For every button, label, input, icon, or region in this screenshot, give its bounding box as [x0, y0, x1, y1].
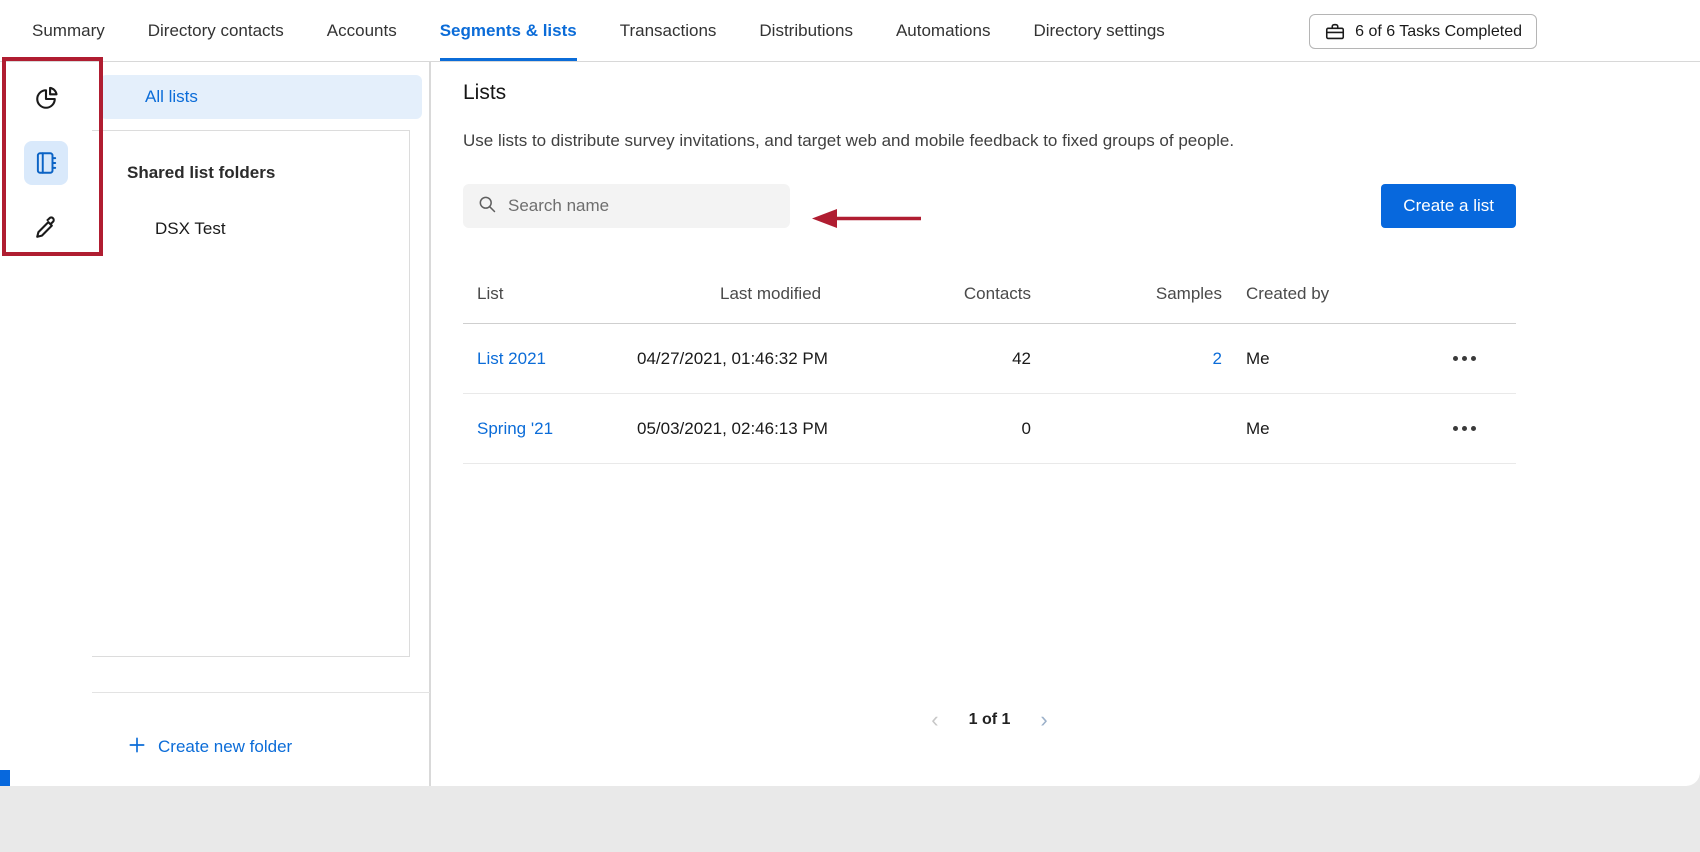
tab-automations[interactable]: Automations [896, 0, 991, 61]
list-name-link[interactable]: Spring '21 [477, 419, 553, 438]
column-header-last-modified: Last modified [623, 284, 880, 304]
contacts-cell: 42 [880, 349, 1041, 369]
tab-directory-contacts[interactable]: Directory contacts [148, 0, 284, 61]
row-actions-button[interactable] [1453, 352, 1476, 365]
search-input[interactable] [508, 196, 758, 216]
corner-accent [0, 770, 10, 786]
pagination-next-icon[interactable]: › [1040, 710, 1047, 730]
lists-table: List Last modified Contacts Samples Crea… [463, 264, 1516, 464]
tasks-completed-label: 6 of 6 Tasks Completed [1355, 23, 1522, 41]
created-by-cell: Me [1222, 419, 1390, 439]
samples-link[interactable]: 2 [1213, 349, 1222, 368]
list-name-link[interactable]: List 2021 [477, 349, 546, 368]
column-header-samples: Samples [1041, 284, 1222, 304]
pagination: ‹ 1 of 1 › [463, 710, 1516, 730]
create-new-folder-button[interactable]: Create new folder [127, 734, 292, 760]
shared-folders-panel: Shared list folders DSX Test [92, 130, 410, 657]
tasks-completed-button[interactable]: 6 of 6 Tasks Completed [1309, 14, 1537, 49]
tab-accounts[interactable]: Accounts [327, 0, 397, 61]
tab-transactions[interactable]: Transactions [620, 0, 717, 61]
folder-item-dsx-test[interactable]: DSX Test [155, 219, 226, 239]
created-by-cell: Me [1222, 349, 1390, 369]
tab-segments-lists[interactable]: Segments & lists [440, 0, 577, 61]
icon-rail [0, 62, 92, 786]
list-controls: Create a list [463, 184, 1700, 228]
pie-chart-icon[interactable] [26, 79, 66, 119]
contacts-book-icon[interactable] [24, 141, 68, 185]
pagination-label: 1 of 1 [969, 711, 1011, 729]
page-description: Use lists to distribute survey invitatio… [463, 130, 1700, 152]
row-actions-button[interactable] [1453, 422, 1476, 435]
create-new-folder-label: Create new folder [158, 737, 292, 757]
sidebar-item-all-lists[interactable]: All lists [100, 75, 422, 119]
nav-tabs: Summary Directory contacts Accounts Segm… [32, 0, 1165, 61]
last-modified-cell: 05/03/2021, 02:46:13 PM [623, 419, 880, 439]
pagination-prev-icon[interactable]: ‹ [931, 710, 938, 730]
tab-summary[interactable]: Summary [32, 0, 105, 61]
page-title: Lists [463, 80, 1700, 106]
column-header-contacts: Contacts [880, 284, 1041, 304]
search-icon [477, 194, 497, 219]
sidebar-divider [92, 692, 430, 693]
tab-directory-settings[interactable]: Directory settings [1033, 0, 1164, 61]
lists-main: Lists Use lists to distribute survey inv… [431, 62, 1700, 786]
app-window: Summary Directory contacts Accounts Segm… [0, 0, 1700, 786]
more-options-icon [1453, 356, 1476, 361]
shared-folders-header: Shared list folders [127, 163, 275, 183]
table-row: Spring '21 05/03/2021, 02:46:13 PM 0 Me [463, 394, 1516, 464]
table-row: List 2021 04/27/2021, 01:46:32 PM 42 2 M… [463, 324, 1516, 394]
lists-sidebar: All lists Shared list folders DSX Test C… [92, 62, 430, 786]
tab-distributions[interactable]: Distributions [759, 0, 853, 61]
create-list-button[interactable]: Create a list [1381, 184, 1516, 228]
briefcase-icon [1324, 21, 1346, 43]
search-box[interactable] [463, 184, 790, 228]
top-navigation: Summary Directory contacts Accounts Segm… [0, 0, 1700, 62]
more-options-icon [1453, 426, 1476, 431]
last-modified-cell: 04/27/2021, 01:46:32 PM [623, 349, 880, 369]
column-header-list: List [463, 284, 623, 304]
contacts-cell: 0 [880, 419, 1041, 439]
plus-icon [127, 735, 147, 760]
column-header-created-by: Created by [1222, 284, 1390, 304]
table-header-row: List Last modified Contacts Samples Crea… [463, 264, 1516, 324]
eyedropper-icon[interactable] [26, 208, 66, 248]
